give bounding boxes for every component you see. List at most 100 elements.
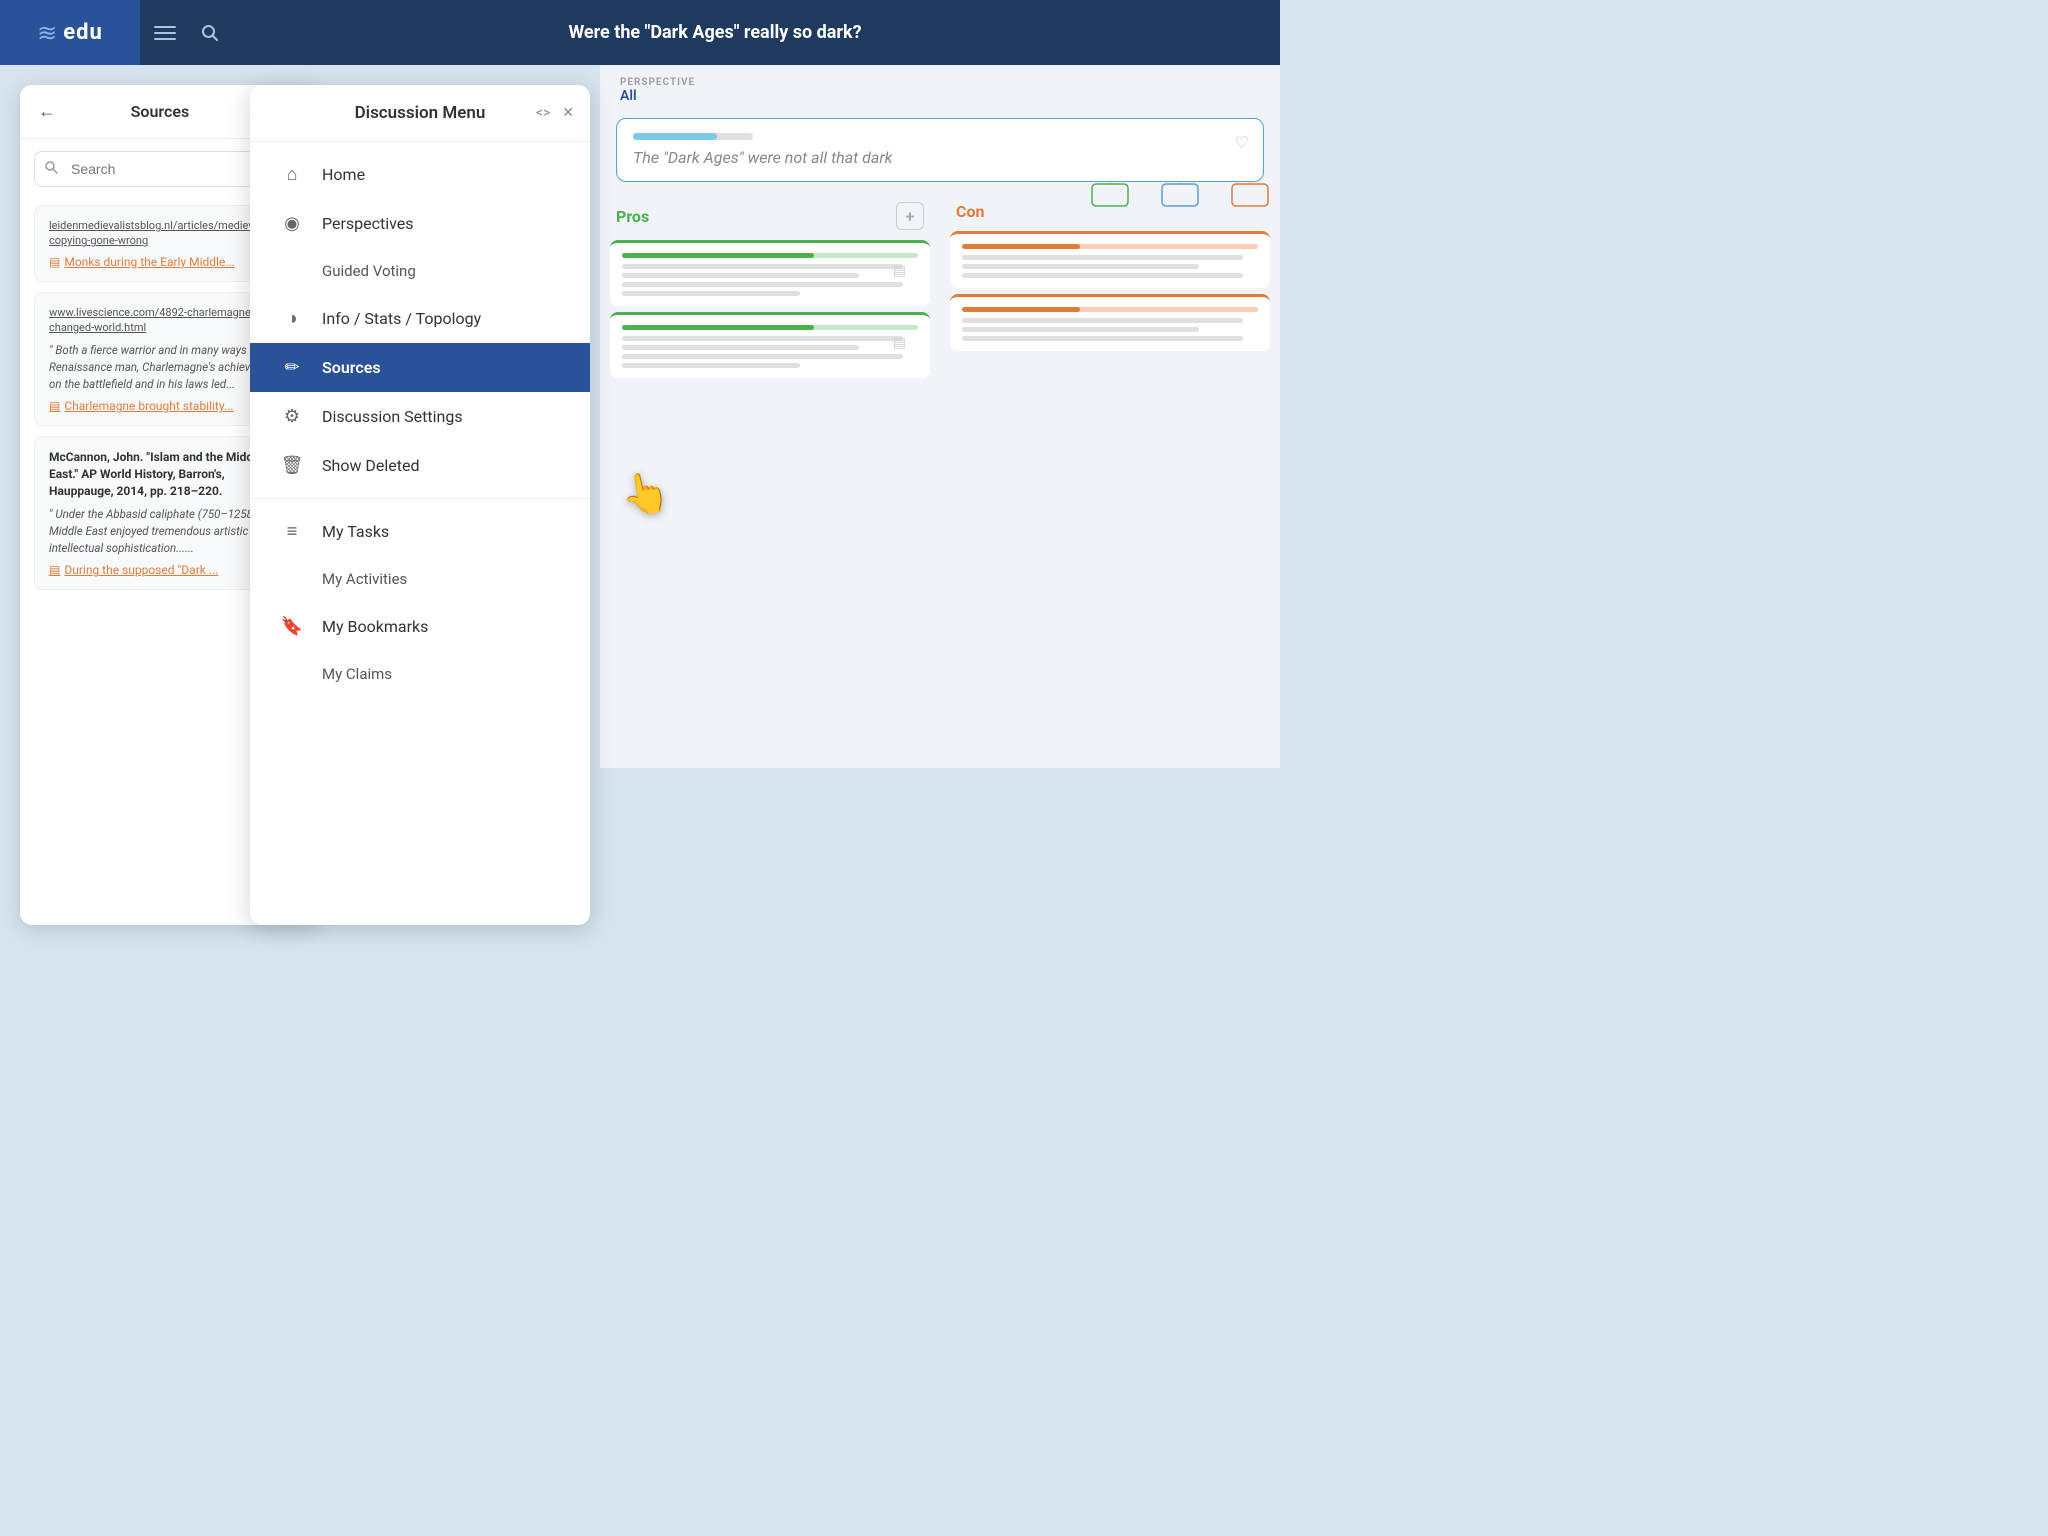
menu-item-my-claims[interactable]: My Claims bbox=[250, 651, 590, 697]
arg-line bbox=[622, 264, 903, 269]
logo-text: edu bbox=[63, 20, 103, 45]
menu-label-my-claims: My Claims bbox=[322, 665, 392, 683]
menu-item-show-deleted[interactable]: 🗑 Show Deleted bbox=[250, 441, 590, 490]
trash-icon: 🗑 bbox=[278, 455, 306, 476]
arg-line bbox=[962, 255, 1243, 260]
hamburger-icon bbox=[154, 26, 176, 40]
claim-text: The "Dark Ages" were not all that dark bbox=[633, 148, 1247, 167]
menu-item-discussion-settings[interactable]: ⚙ Discussion Settings bbox=[250, 392, 590, 441]
menu-controls: <> ✕ bbox=[536, 105, 574, 121]
bookmark-icon: 🔖 bbox=[278, 616, 306, 637]
cons-label: Con bbox=[956, 202, 984, 221]
arg-line bbox=[622, 273, 859, 278]
menu-item-info[interactable]: ◑ Info / Stats / Topology bbox=[250, 294, 590, 343]
source-link-icon: ▤ bbox=[49, 399, 60, 413]
menu-label-discussion-settings: Discussion Settings bbox=[322, 407, 463, 426]
arg-bar-con bbox=[962, 244, 1258, 249]
con-arg-card bbox=[950, 294, 1270, 351]
arg-line bbox=[622, 282, 903, 287]
menu-item-perspectives[interactable]: ◉ Perspectives bbox=[250, 199, 590, 248]
source-link-text: Monks during the Early Middle... bbox=[64, 255, 234, 269]
menu-item-guided-voting[interactable]: Guided Voting bbox=[250, 248, 590, 294]
arg-text-lines bbox=[962, 318, 1258, 341]
menu-label-home: Home bbox=[322, 165, 365, 184]
cons-column: Con bbox=[940, 194, 1280, 384]
claim-card: ♡ The "Dark Ages" were not all that dark bbox=[616, 118, 1264, 182]
arg-card-inner: ▤ bbox=[622, 253, 918, 296]
arg-bar-fill bbox=[622, 253, 814, 258]
menu-item-my-bookmarks[interactable]: 🔖 My Bookmarks bbox=[250, 602, 590, 651]
menu-label-info: Info / Stats / Topology bbox=[322, 309, 481, 328]
menu-label-my-activities: My Activities bbox=[322, 570, 407, 588]
claim-bar bbox=[633, 133, 753, 140]
comment-icon[interactable]: ▤ bbox=[893, 335, 906, 351]
pro-arg-card: ▤ bbox=[610, 240, 930, 306]
navbar: ≋ edu Were the "Dark Ages" really so dar… bbox=[0, 0, 1280, 65]
arg-bar-fill-con bbox=[962, 244, 1080, 249]
con-arg-card bbox=[950, 231, 1270, 288]
close-icon[interactable]: ✕ bbox=[562, 105, 574, 121]
list-icon: ≡ bbox=[278, 521, 306, 542]
hamburger-button[interactable] bbox=[140, 0, 190, 65]
add-pro-button[interactable]: + bbox=[896, 202, 924, 230]
menu-item-my-activities[interactable]: My Activities bbox=[250, 556, 590, 602]
eye-icon: ◉ bbox=[278, 213, 306, 234]
source-link-text: During the supposed "Dark ... bbox=[64, 563, 218, 577]
menu-label-show-deleted: Show Deleted bbox=[322, 456, 420, 475]
perspective-label: PERSPECTIVE bbox=[620, 77, 1260, 88]
arg-bar-fill-con bbox=[962, 307, 1080, 312]
home-icon: ⌂ bbox=[278, 164, 306, 185]
arg-text-lines bbox=[622, 336, 918, 368]
comment-icon[interactable]: ▤ bbox=[893, 263, 906, 279]
arg-text-lines bbox=[962, 255, 1258, 278]
pros-header: Pros + bbox=[600, 194, 940, 234]
arg-line bbox=[622, 354, 903, 359]
pencil-icon: ✏ bbox=[278, 357, 306, 378]
arg-line bbox=[622, 363, 800, 368]
arg-line bbox=[962, 336, 1243, 341]
pros-column: Pros + ▤ bbox=[600, 194, 940, 384]
gear-icon: ⚙ bbox=[278, 406, 306, 427]
menu-items-list: ⌂ Home ◉ Perspectives Guided Voting ◑ In… bbox=[250, 142, 590, 705]
menu-label-my-tasks: My Tasks bbox=[322, 522, 389, 541]
arg-bar-con bbox=[962, 307, 1258, 312]
menu-item-sources[interactable]: ✏ Sources bbox=[250, 343, 590, 392]
arg-line bbox=[622, 291, 800, 296]
pro-arg-card: ▤ bbox=[610, 312, 930, 378]
discussion-menu-title: Discussion Menu bbox=[355, 103, 486, 123]
perspective-value[interactable]: All bbox=[620, 88, 1260, 104]
source-link-icon: ▤ bbox=[49, 563, 60, 577]
arg-line bbox=[622, 345, 859, 350]
menu-item-home[interactable]: ⌂ Home bbox=[250, 150, 590, 199]
search-icon bbox=[44, 160, 58, 178]
discussion-menu-header: Discussion Menu <> ✕ bbox=[250, 85, 590, 142]
cursor-hand: 👆 bbox=[616, 466, 673, 521]
sources-title: Sources bbox=[131, 102, 190, 121]
arg-card-inner bbox=[962, 244, 1258, 278]
arg-line bbox=[962, 264, 1199, 269]
arg-bar-fill bbox=[622, 325, 814, 330]
arg-line bbox=[962, 327, 1199, 332]
source-link-icon: ▤ bbox=[49, 255, 60, 269]
menu-label-perspectives: Perspectives bbox=[322, 214, 414, 233]
perspective-bar: PERSPECTIVE All bbox=[600, 65, 1280, 110]
arg-line bbox=[962, 273, 1243, 278]
heart-icon[interactable]: ♡ bbox=[1235, 133, 1249, 152]
menu-label-sources: Sources bbox=[322, 358, 381, 377]
chart-icon: ◑ bbox=[278, 308, 306, 329]
source-link-text: Charlemagne brought stability... bbox=[64, 399, 233, 413]
menu-label-my-bookmarks: My Bookmarks bbox=[322, 617, 428, 636]
arg-bar bbox=[622, 253, 918, 258]
code-toggle-icon[interactable]: <> bbox=[536, 105, 550, 121]
search-button[interactable] bbox=[190, 0, 230, 65]
menu-label-guided-voting: Guided Voting bbox=[322, 262, 416, 280]
main-content: PERSPECTIVE All ♡ The "Dark Ages" were n… bbox=[600, 65, 1280, 768]
menu-divider bbox=[250, 498, 590, 499]
arg-card-inner: ▤ bbox=[622, 325, 918, 368]
menu-item-my-tasks[interactable]: ≡ My Tasks bbox=[250, 507, 590, 556]
back-button[interactable]: ← bbox=[38, 101, 56, 122]
arg-text-lines bbox=[622, 264, 918, 296]
arg-card-inner bbox=[962, 307, 1258, 341]
page-title: Were the "Dark Ages" really so dark? bbox=[230, 22, 1280, 43]
logo[interactable]: ≋ edu bbox=[0, 0, 140, 65]
